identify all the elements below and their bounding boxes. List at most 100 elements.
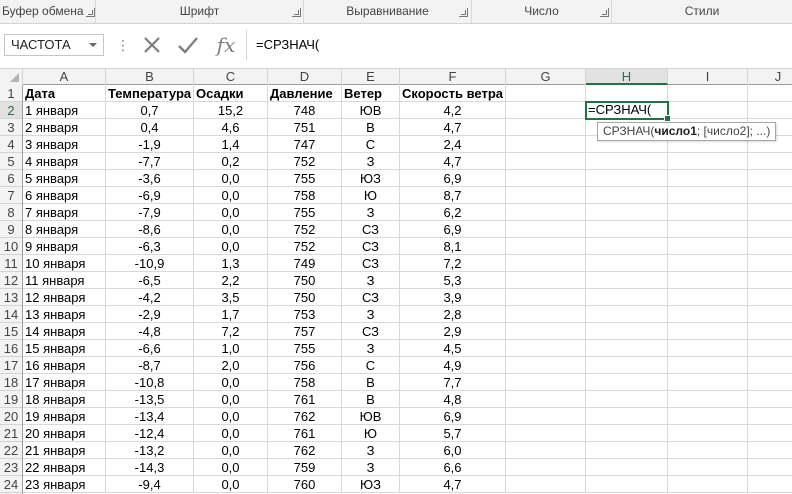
cell-precip[interactable]: 7,2 [194,323,268,340]
cell-pressure[interactable]: 758 [268,187,342,204]
row-header-7[interactable]: 7 [0,187,22,204]
empty-cell[interactable] [668,289,748,306]
number-launcher-icon[interactable] [600,8,609,17]
empty-cell[interactable] [506,102,586,119]
cell-pressure[interactable]: 757 [268,323,342,340]
cell-precip[interactable]: 4,6 [194,119,268,136]
cell-date[interactable]: 1 января [23,102,106,119]
cell-pressure[interactable]: 750 [268,272,342,289]
cell-speed[interactable]: 6,2 [400,204,506,221]
cell-speed[interactable]: 8,7 [400,187,506,204]
cell-wind[interactable]: ЮВ [342,408,400,425]
cell-speed[interactable]: 4,7 [400,153,506,170]
empty-cell[interactable] [748,425,792,442]
empty-cell[interactable] [506,187,586,204]
cell-temp[interactable]: -14,3 [106,459,194,476]
header-cell-precip[interactable]: Осадки [194,85,268,102]
cell-speed[interactable]: 2,8 [400,306,506,323]
cell-date[interactable]: 19 января [23,408,106,425]
empty-cell[interactable] [748,85,792,102]
cell-precip[interactable]: 2,2 [194,272,268,289]
empty-cell[interactable] [506,408,586,425]
cell-date[interactable]: 13 января [23,306,106,323]
column-header-g[interactable]: G [506,69,586,85]
cell-temp[interactable]: -4,8 [106,323,194,340]
cell-pressure[interactable]: 747 [268,136,342,153]
cell-pressure[interactable]: 759 [268,459,342,476]
cell-pressure[interactable]: 753 [268,306,342,323]
cell-date[interactable]: 4 января [23,153,106,170]
empty-cell[interactable] [506,204,586,221]
empty-cell[interactable] [506,289,586,306]
column-header-f[interactable]: F [400,69,506,85]
cell-speed[interactable]: 2,4 [400,136,506,153]
cell-precip[interactable]: 0,0 [194,425,268,442]
cell-speed[interactable]: 7,7 [400,374,506,391]
cell-wind[interactable]: Ю [342,425,400,442]
cell-date[interactable]: 22 января [23,459,106,476]
empty-cell[interactable] [586,357,668,374]
empty-cell[interactable] [586,85,668,102]
empty-cell[interactable] [586,187,668,204]
cell-date[interactable]: 14 января [23,323,106,340]
cell-temp[interactable]: -10,8 [106,374,194,391]
cell-date[interactable]: 18 января [23,391,106,408]
row-header-11[interactable]: 11 [0,255,22,272]
column-header-c[interactable]: C [194,69,268,85]
cell-date[interactable]: 23 января [23,476,106,493]
cell-wind[interactable]: З [342,340,400,357]
cell-speed[interactable]: 5,7 [400,425,506,442]
empty-cell[interactable] [748,204,792,221]
empty-cell[interactable] [586,272,668,289]
cell-pressure[interactable]: 752 [268,221,342,238]
header-cell-date[interactable]: Дата [23,85,106,102]
empty-cell[interactable] [748,340,792,357]
header-cell-wind[interactable]: Ветер [342,85,400,102]
empty-cell[interactable] [586,476,668,493]
cell-date[interactable]: 12 января [23,289,106,306]
empty-cell[interactable] [668,374,748,391]
cell-precip[interactable]: 1,7 [194,306,268,323]
cell-precip[interactable]: 0,0 [194,187,268,204]
cell-pressure[interactable]: 752 [268,238,342,255]
empty-cell[interactable] [506,85,586,102]
cell-temp[interactable]: -4,2 [106,289,194,306]
empty-cell[interactable] [506,306,586,323]
cell-temp[interactable]: -13,5 [106,391,194,408]
cell-speed[interactable]: 5,3 [400,272,506,289]
cell-speed[interactable]: 2,9 [400,323,506,340]
cell-temp[interactable]: 0,4 [106,119,194,136]
cell-speed[interactable]: 6,9 [400,170,506,187]
cell-speed[interactable]: 4,7 [400,476,506,493]
cell-date[interactable]: 11 января [23,272,106,289]
cell-speed[interactable]: 6,9 [400,221,506,238]
empty-cell[interactable] [506,238,586,255]
empty-cell[interactable] [748,476,792,493]
empty-cell[interactable] [748,442,792,459]
clipboard-launcher-icon[interactable] [86,8,95,17]
empty-cell[interactable] [506,476,586,493]
row-header-19[interactable]: 19 [0,391,22,408]
cell-wind[interactable]: ЮЗ [342,476,400,493]
empty-cell[interactable] [748,255,792,272]
empty-cell[interactable] [748,459,792,476]
column-header-e[interactable]: E [342,69,400,85]
column-header-j[interactable]: J [748,69,792,85]
empty-cell[interactable] [668,442,748,459]
cell-wind[interactable]: З [342,442,400,459]
cell-temp[interactable]: -8,7 [106,357,194,374]
alignment-launcher-icon[interactable] [459,8,468,17]
empty-cell[interactable] [668,357,748,374]
empty-cell[interactable] [506,272,586,289]
row-header-9[interactable]: 9 [0,221,22,238]
empty-cell[interactable] [668,204,748,221]
cell-date[interactable]: 15 января [23,340,106,357]
cell-pressure[interactable]: 762 [268,408,342,425]
cell-speed[interactable]: 4,8 [400,391,506,408]
row-header-10[interactable]: 10 [0,238,22,255]
insert-function-button[interactable]: fx [212,32,240,58]
empty-cell[interactable] [506,425,586,442]
cell-wind[interactable]: В [342,374,400,391]
cell-speed[interactable]: 4,2 [400,102,506,119]
cell-temp[interactable]: -3,6 [106,170,194,187]
